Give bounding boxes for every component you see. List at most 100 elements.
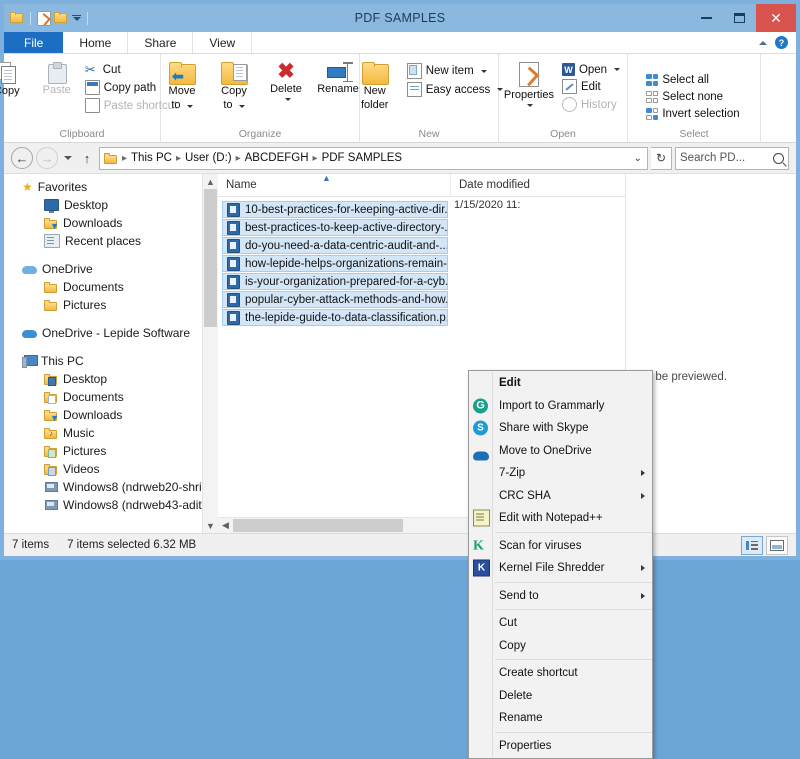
sidebar-item-recent-places[interactable]: Recent places bbox=[4, 232, 218, 250]
customize-quick-access-icon[interactable] bbox=[71, 15, 81, 21]
menu-item-move-to-onedrive[interactable]: Move to OneDrive bbox=[469, 440, 652, 463]
select-none-button[interactable]: Select none bbox=[644, 90, 743, 104]
table-row[interactable]: is-your-organization-prepared-for-a-cyb.… bbox=[222, 273, 448, 290]
back-button[interactable]: ← bbox=[11, 147, 33, 169]
move-to-caret-icon[interactable] bbox=[186, 104, 193, 108]
sidebar-item-desktop[interactable]: Desktop bbox=[4, 370, 218, 388]
folder-icon[interactable] bbox=[10, 12, 24, 24]
table-row[interactable]: do-you-need-a-data-centric-audit-and-... bbox=[222, 237, 448, 254]
breadcrumb-separator-0[interactable]: ▸ bbox=[120, 153, 129, 164]
breadcrumb-separator-1[interactable]: ▸ bbox=[174, 153, 183, 164]
new-folder-icon[interactable] bbox=[54, 12, 68, 24]
menu-item-crc-sha[interactable]: CRC SHA bbox=[469, 485, 652, 508]
copy-to-button[interactable]: Copy to bbox=[210, 60, 258, 113]
sidebar-item-downloads-fav[interactable]: ▼ Downloads bbox=[4, 214, 218, 232]
sidebar-item-pictures[interactable]: Pictures bbox=[4, 442, 218, 460]
tab-share[interactable]: Share bbox=[128, 32, 194, 53]
scrollbar-thumb[interactable] bbox=[204, 189, 217, 327]
chevron-down-icon[interactable]: ⌄ bbox=[634, 153, 642, 164]
sidebar-item-onedrive-documents[interactable]: Documents bbox=[4, 278, 218, 296]
delete-button[interactable]: ✖ Delete bbox=[262, 60, 310, 103]
sidebar-item-onedrive-pictures[interactable]: Pictures bbox=[4, 296, 218, 314]
properties-button[interactable]: Properties bbox=[502, 60, 556, 109]
new-folder-button[interactable]: New folder bbox=[351, 60, 399, 113]
chevron-up-icon[interactable] bbox=[759, 40, 767, 45]
tab-file[interactable]: File bbox=[4, 32, 64, 53]
new-item-caret-icon[interactable] bbox=[480, 69, 487, 73]
open-caret-icon[interactable] bbox=[614, 68, 621, 71]
refresh-button[interactable]: ↻ bbox=[651, 146, 672, 170]
breadcrumb-segment-this-pc[interactable]: This PC bbox=[131, 152, 172, 164]
menu-item-edit-with-notepadpp[interactable]: Edit with Notepad++ bbox=[469, 507, 652, 530]
menu-item-7-zip[interactable]: 7-Zip bbox=[469, 462, 652, 485]
history-button[interactable]: History bbox=[560, 96, 624, 113]
details-view-button[interactable] bbox=[741, 535, 763, 555]
breadcrumb-segment-pdf-samples[interactable]: PDF SAMPLES bbox=[322, 152, 403, 164]
breadcrumb-dropdown[interactable]: ⌄ bbox=[634, 153, 643, 164]
column-header-date-modified[interactable]: Date modified bbox=[451, 174, 625, 196]
hscroll-thumb[interactable] bbox=[233, 519, 403, 532]
copy-to-caret-icon[interactable] bbox=[238, 104, 245, 108]
move-to-button[interactable]: ⬅ Move to bbox=[158, 60, 206, 113]
breadcrumb[interactable]: ▸ This PC ▸ User (D:) ▸ ABCDEFGH ▸ PDF S… bbox=[99, 146, 648, 170]
menu-item-kernel-file-shredder[interactable]: K Kernel File Shredder bbox=[469, 557, 652, 580]
properties-caret-icon[interactable] bbox=[527, 103, 534, 107]
recent-locations-button[interactable] bbox=[61, 156, 75, 160]
edit-button[interactable]: Edit bbox=[560, 78, 624, 95]
menu-item-copy[interactable]: Copy bbox=[469, 635, 652, 658]
table-row[interactable]: popular-cyber-attack-methods-and-how... bbox=[222, 291, 448, 308]
menu-item-share-with-skype[interactable]: S Share with Skype bbox=[469, 417, 652, 440]
easy-access-button[interactable]: Easy access bbox=[405, 81, 508, 98]
menu-item-cut[interactable]: Cut bbox=[469, 612, 652, 635]
table-row[interactable]: 10-best-practices-for-keeping-active-dir… bbox=[222, 201, 448, 218]
menu-item-delete[interactable]: Delete bbox=[469, 685, 652, 708]
menu-item-send-to[interactable]: Send to bbox=[469, 585, 652, 608]
minimize-button[interactable] bbox=[690, 4, 723, 32]
menu-item-scan-for-viruses[interactable]: K Scan for viruses bbox=[469, 535, 652, 558]
delete-caret-icon[interactable] bbox=[284, 97, 291, 101]
table-row[interactable]: best-practices-to-keep-active-directory-… bbox=[222, 219, 448, 236]
breadcrumb-segment-user-d[interactable]: User (D:) bbox=[185, 152, 232, 164]
nav-header-this-pc[interactable]: This PC bbox=[4, 352, 218, 370]
menu-item-properties[interactable]: Properties bbox=[469, 735, 652, 758]
copy-button[interactable]: Copy bbox=[0, 60, 31, 100]
large-icons-view-button[interactable] bbox=[766, 535, 788, 555]
sidebar-item-documents[interactable]: Documents bbox=[4, 388, 218, 406]
sidebar-item-downloads[interactable]: ▼ Downloads bbox=[4, 406, 218, 424]
close-button[interactable]: ✕ bbox=[756, 4, 796, 32]
search-icon[interactable] bbox=[773, 152, 784, 164]
properties-icon[interactable] bbox=[37, 10, 51, 26]
search-input[interactable]: Search PD... bbox=[675, 146, 789, 170]
sidebar-item-videos[interactable]: Videos bbox=[4, 460, 218, 478]
select-all-button[interactable]: Select all bbox=[644, 73, 743, 87]
breadcrumb-segment-abcdefgh[interactable]: ABCDEFGH bbox=[245, 152, 309, 164]
scroll-left-icon[interactable]: ◀ bbox=[218, 520, 233, 531]
breadcrumb-separator-3[interactable]: ▸ bbox=[311, 153, 320, 164]
table-row[interactable]: how-lepide-helps-organizations-remain-..… bbox=[222, 255, 448, 272]
scroll-up-icon[interactable]: ▲ bbox=[203, 174, 218, 189]
forward-button[interactable]: → bbox=[36, 147, 58, 169]
up-button[interactable]: ↑ bbox=[78, 151, 96, 166]
sidebar-item-desktop-fav[interactable]: Desktop bbox=[4, 196, 218, 214]
nav-header-onedrive-business[interactable]: OneDrive - Lepide Software bbox=[4, 324, 218, 342]
menu-item-rename[interactable]: Rename bbox=[469, 707, 652, 730]
sidebar-item-windows8-ndrweb20[interactable]: Windows8 (ndrweb20-shrish) bbox=[4, 478, 218, 496]
maximize-button[interactable] bbox=[723, 4, 756, 32]
nav-header-onedrive[interactable]: OneDrive bbox=[4, 260, 218, 278]
sidebar-item-windows8-ndrweb43[interactable]: Windows8 (ndrweb43-aditya) bbox=[4, 496, 218, 514]
open-button[interactable]: W Open bbox=[560, 62, 624, 77]
column-header-name[interactable]: Name ▲ bbox=[218, 173, 451, 196]
scroll-down-icon[interactable]: ▼ bbox=[203, 518, 218, 533]
tab-view[interactable]: View bbox=[193, 32, 253, 53]
breadcrumb-separator-2[interactable]: ▸ bbox=[234, 153, 243, 164]
menu-item-import-to-grammarly[interactable]: G Import to Grammarly bbox=[469, 395, 652, 418]
invert-selection-button[interactable]: Invert selection bbox=[644, 107, 743, 121]
table-row[interactable]: the-lepide-guide-to-data-classification.… bbox=[222, 309, 448, 326]
sidebar-item-music[interactable]: ♪ Music bbox=[4, 424, 218, 442]
menu-item-edit[interactable]: Edit bbox=[469, 372, 652, 395]
menu-item-create-shortcut[interactable]: Create shortcut bbox=[469, 662, 652, 685]
help-icon[interactable]: ? bbox=[775, 36, 788, 49]
new-item-button[interactable]: New item bbox=[405, 62, 508, 80]
paste-button[interactable]: Paste bbox=[33, 60, 81, 99]
nav-header-favorites[interactable]: ★ Favorites bbox=[4, 178, 218, 196]
